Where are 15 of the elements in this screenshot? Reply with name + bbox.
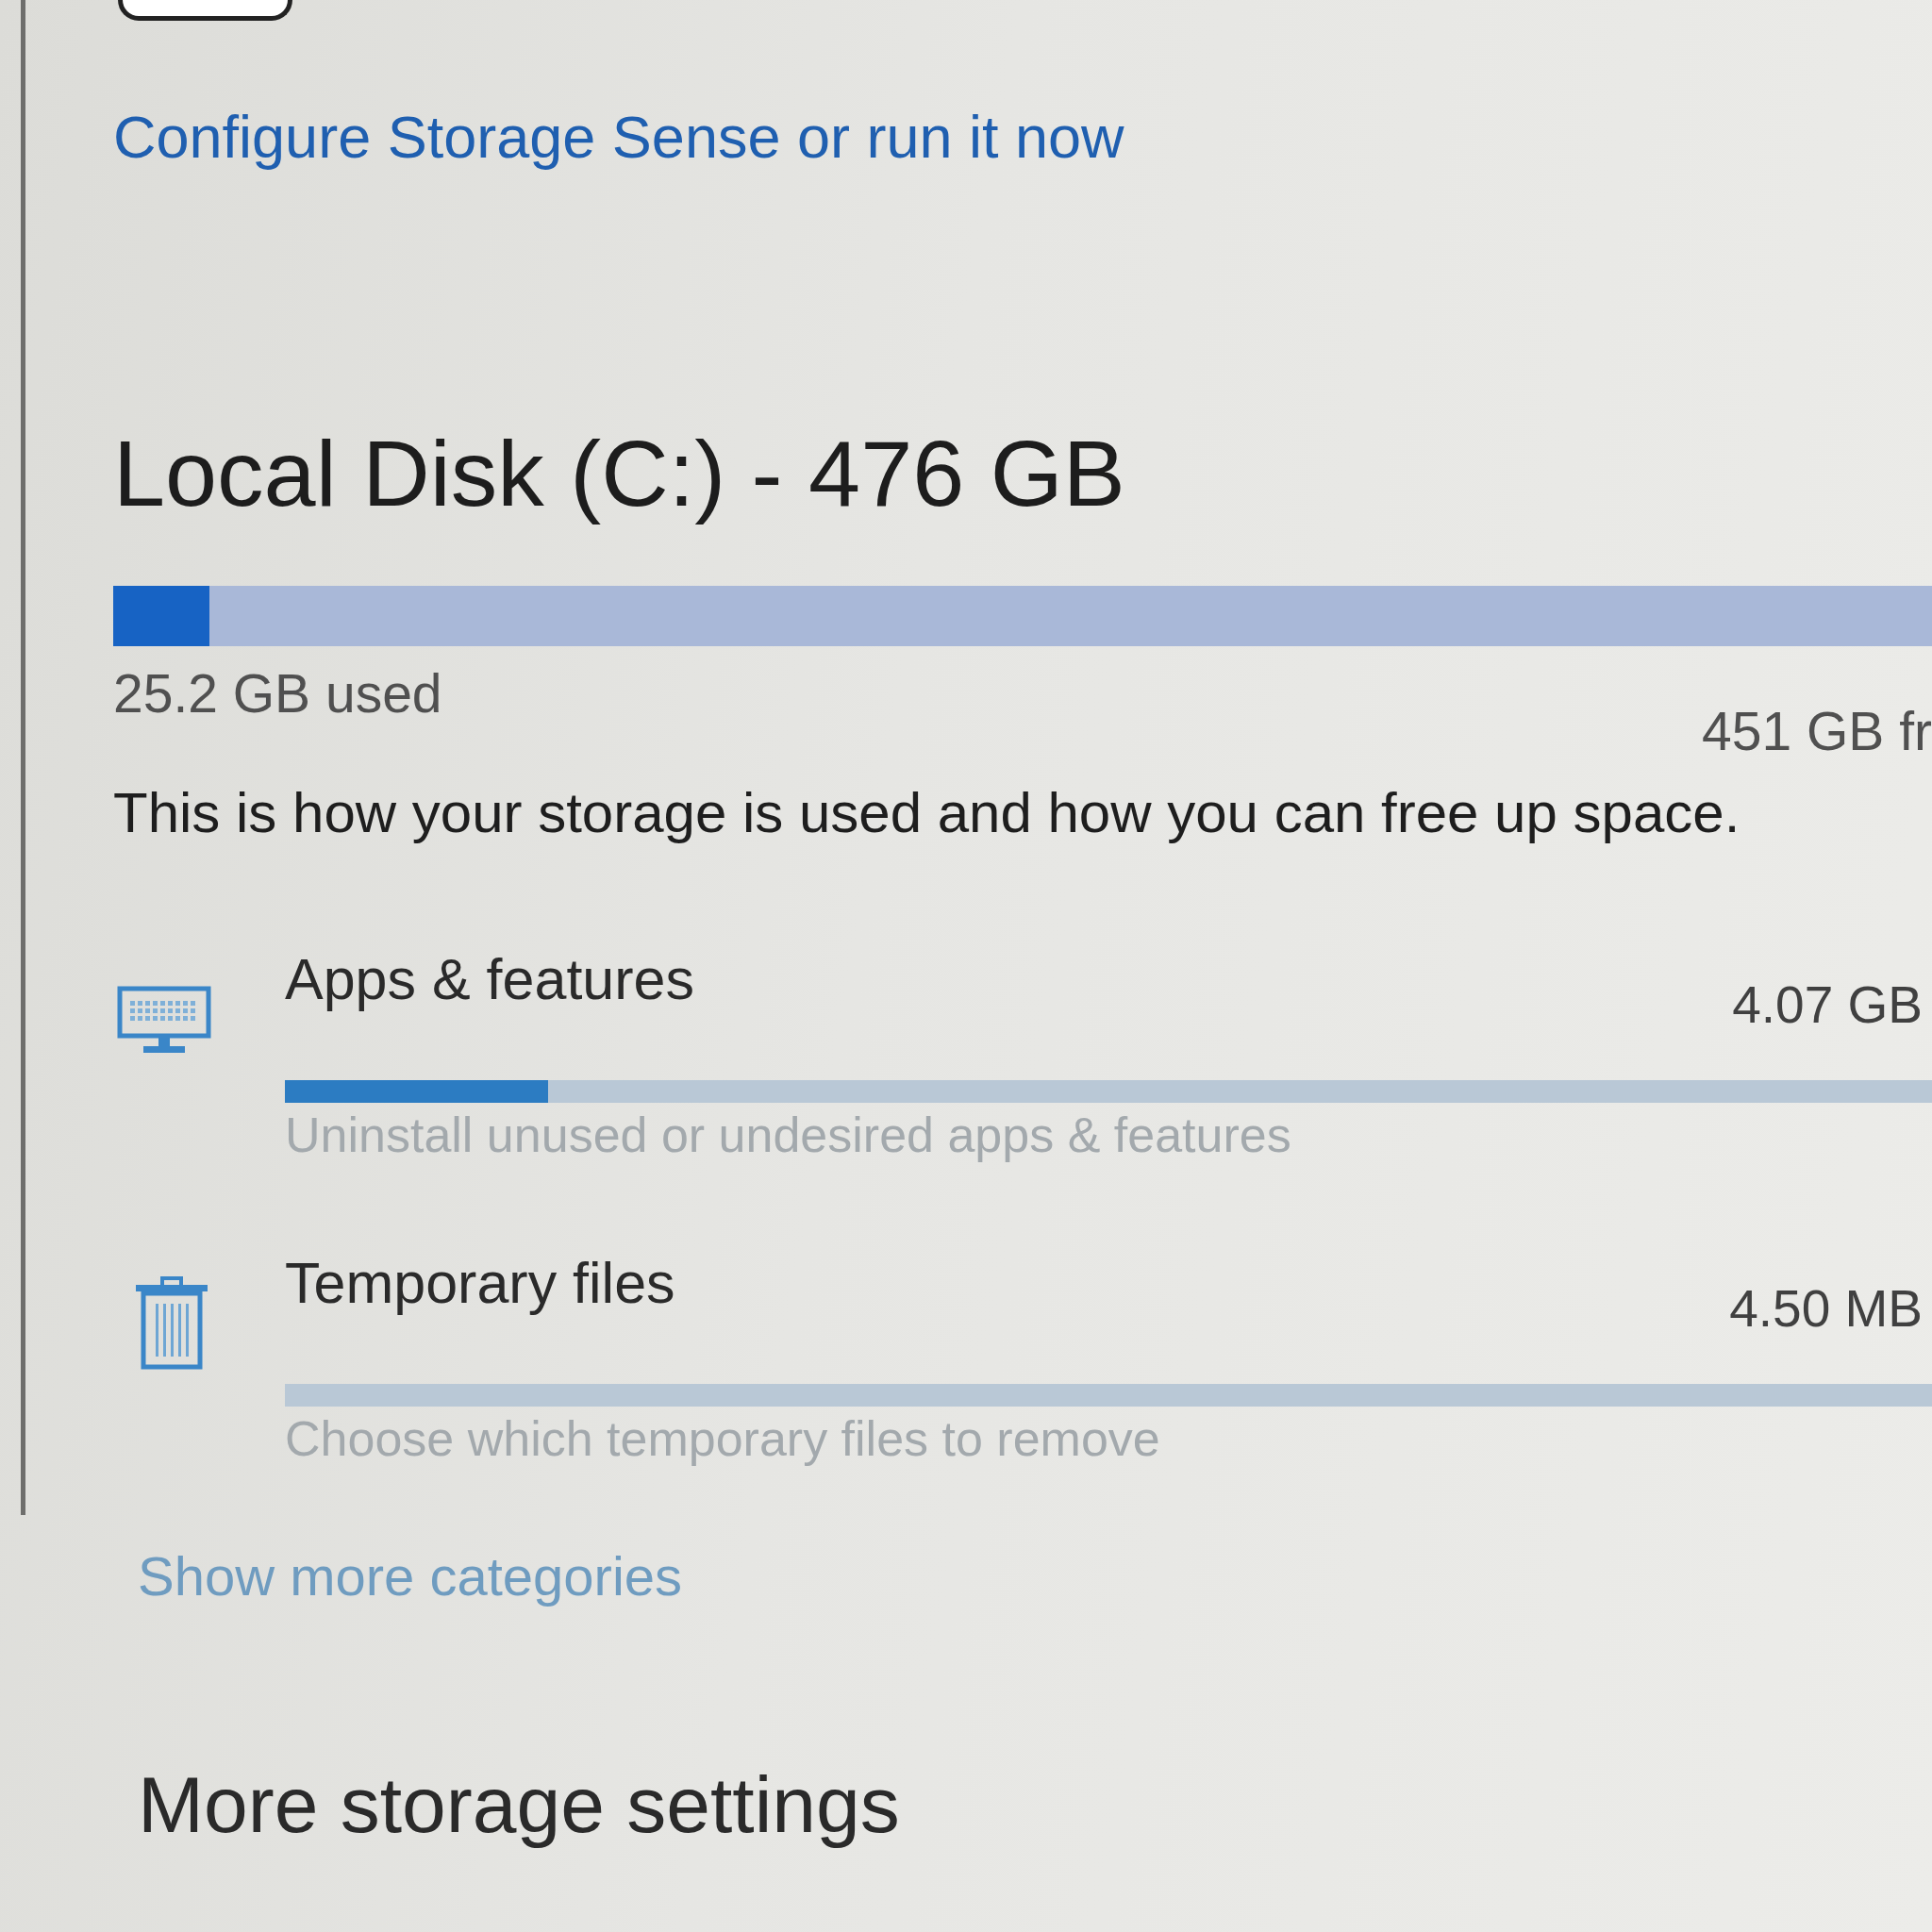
category-name[interactable]: Temporary files — [285, 1249, 675, 1319]
category-size: 4.50 MB — [1729, 1278, 1924, 1341]
category-hint: Uninstall unused or undesired apps & features — [285, 1106, 1291, 1164]
trash-icon — [134, 1275, 209, 1371]
category-size: 4.07 GB — [1732, 974, 1924, 1036]
section-heading: More storage settings — [138, 1759, 900, 1852]
drive-title: Local Disk (C:) - 476 GB — [113, 419, 1125, 527]
free-label: 451 GB fr — [1702, 700, 1932, 764]
toggle-switch[interactable] — [118, 0, 292, 21]
configure-link[interactable]: Configure Storage Sense or run it now — [113, 102, 1124, 174]
category-hint: Choose which temporary files to remove — [285, 1410, 1160, 1469]
description-text: This is how your storage is used and how you can free up space. — [113, 779, 1740, 846]
used-label: 25.2 GB used — [113, 662, 442, 726]
monitor-icon — [117, 985, 211, 1056]
category-name[interactable]: Apps & features — [285, 944, 695, 1014]
